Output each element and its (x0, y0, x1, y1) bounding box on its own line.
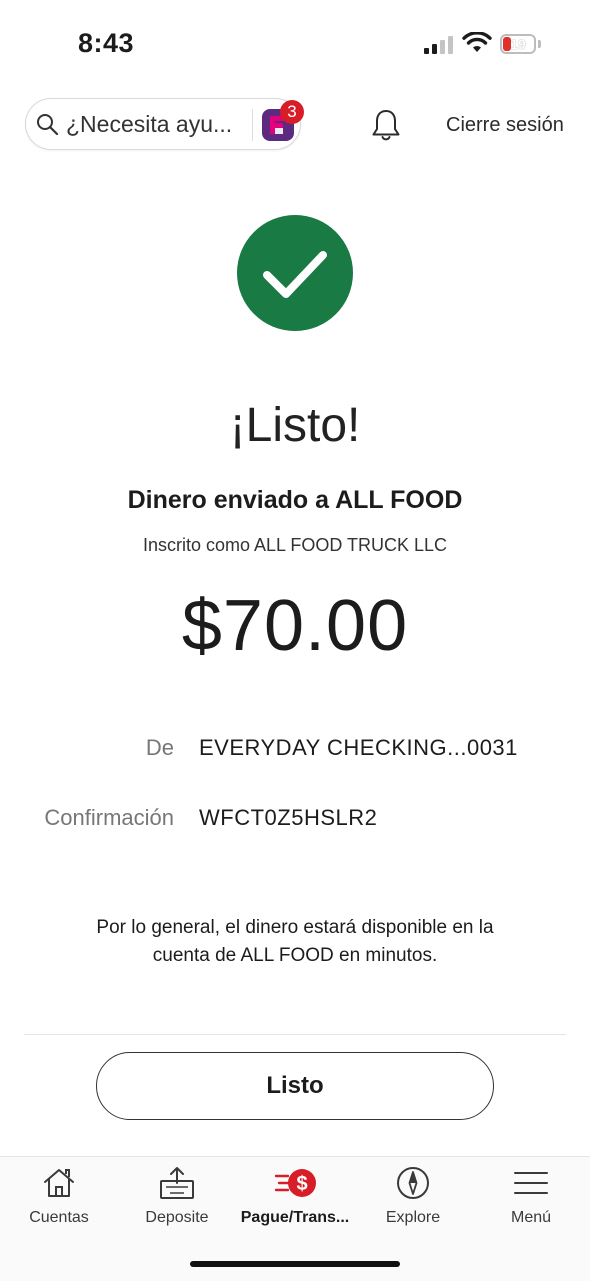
tab-label: Explore (385, 1209, 441, 1226)
tab-accounts[interactable]: Cuentas (0, 1157, 118, 1247)
success-headline: ¡Listo! (229, 399, 361, 452)
compass-icon (397, 1167, 429, 1199)
search-help-field[interactable]: ¿Necesita ayu... (25, 98, 301, 150)
from-account-value: EVERYDAY CHECKING...0031 (199, 735, 518, 760)
tab-menu[interactable]: Menú (472, 1157, 590, 1247)
from-label: De (145, 735, 174, 760)
home-indicator (190, 1261, 400, 1267)
search-icon (37, 114, 59, 136)
logout-link[interactable]: Cierre sesión (446, 114, 564, 137)
enrolled-name: Inscrito como ALL FOOD TRUCK LLC (142, 535, 448, 555)
battery-level: 19 (510, 36, 526, 52)
notification-badge: 3 (280, 100, 304, 124)
tab-explore[interactable]: Explore (354, 1157, 472, 1247)
battery-icon: 19 (500, 34, 536, 54)
search-placeholder: ¿Necesita ayu... (66, 111, 233, 137)
deposit-icon (160, 1167, 194, 1199)
status-time: 8:43 (78, 28, 135, 58)
pay-transfer-icon: $ (274, 1169, 316, 1197)
tab-label: Pague/Trans... (240, 1209, 350, 1226)
tab-label: Cuentas (29, 1209, 89, 1226)
tab-pay-transfer[interactable]: $ Pague/Trans... (236, 1157, 354, 1247)
divider (24, 1034, 566, 1035)
status-bar: 8:43 19 (0, 0, 590, 86)
bell-icon[interactable] (370, 108, 402, 144)
confirmation-label: Confirmación (44, 805, 174, 830)
success-check-icon (237, 215, 353, 331)
recipient-summary: Dinero enviado a ALL FOOD (127, 486, 463, 514)
svg-text:$: $ (296, 1173, 307, 1195)
home-icon (44, 1169, 74, 1197)
transfer-amount: $70.00 (181, 586, 409, 666)
done-button[interactable]: Listo (96, 1052, 494, 1120)
tab-label: Deposite (145, 1209, 209, 1226)
availability-note: Por lo general, el dinero estará disponi… (96, 917, 494, 966)
wifi-icon (462, 32, 492, 52)
tab-label: Menú (510, 1209, 552, 1226)
confirmation-number-value: WFCT0Z5HSLR2 (199, 805, 378, 830)
tab-deposit[interactable]: Deposite (118, 1157, 236, 1247)
menu-icon (514, 1172, 548, 1194)
cellular-signal-icon (424, 36, 454, 54)
